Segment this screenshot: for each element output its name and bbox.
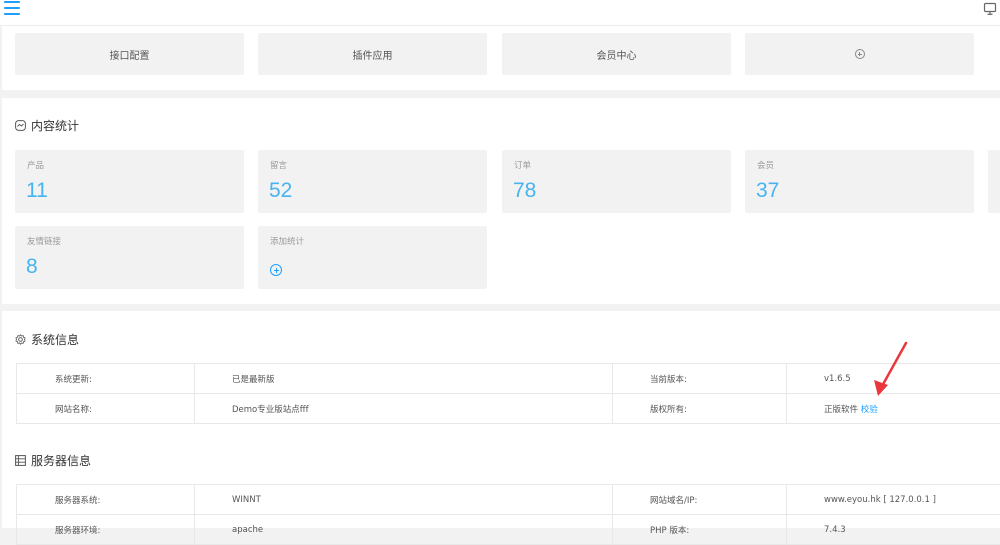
add-circle-icon — [855, 49, 865, 59]
stat-value: 37 — [756, 179, 779, 203]
system-info-panel: 系统信息 系统更新: 已是最新版 当前版本: v1.6.5 网站名称: Demo… — [2, 311, 1000, 528]
stat-label: 添加统计 — [270, 235, 304, 247]
verify-link[interactable]: 校验 — [861, 405, 878, 415]
stat-label: 产品 — [27, 159, 44, 171]
table-row: 服务器环境: apache PHP 版本: 7.4.3 — [17, 515, 1000, 545]
stat-card-partial[interactable] — [988, 150, 1000, 213]
quick-link-label: 会员中心 — [597, 47, 637, 62]
table-cell-value: apache — [195, 515, 613, 545]
stat-value: 11 — [26, 179, 48, 203]
section-title-text: 系统信息 — [31, 331, 79, 348]
table-cell-value: Demo专业版站点fff — [195, 394, 613, 424]
annotation-arrow-icon — [868, 340, 913, 400]
top-bar — [0, 0, 1000, 26]
hamburger-menu-icon[interactable] — [4, 1, 20, 15]
table-row: 网站名称: Demo专业版站点fff 版权所有: 正版软件 校验 — [17, 394, 1000, 424]
table-cell-value: 7.4.3 — [787, 515, 1000, 545]
table-cell-key: 版权所有: — [613, 394, 787, 424]
table-row: 系统更新: 已是最新版 当前版本: v1.6.5 — [17, 364, 1000, 394]
stat-value: 8 — [26, 255, 38, 279]
section-title-text: 服务器信息 — [31, 452, 91, 469]
monitor-icon[interactable] — [983, 2, 997, 16]
list-icon — [15, 455, 26, 466]
gear-icon — [15, 334, 26, 345]
stat-card-messages[interactable]: 留言 52 — [258, 150, 487, 213]
content-stats-heading: 内容统计 — [15, 117, 79, 134]
server-info-table: 服务器系统: WINNT 网站域名/IP: www.eyou.hk [ 127.… — [16, 484, 1000, 545]
stat-card-orders[interactable]: 订单 78 — [502, 150, 731, 213]
table-row: 服务器系统: WINNT 网站域名/IP: www.eyou.hk [ 127.… — [17, 485, 1000, 515]
table-cell-value: www.eyou.hk [ 127.0.0.1 ] — [787, 485, 1000, 515]
quick-link-label: 接口配置 — [110, 47, 150, 62]
quick-link-label: 插件应用 — [353, 47, 393, 62]
quick-link-member-center[interactable]: 会员中心 — [502, 33, 731, 75]
copyright-text: 正版软件 — [824, 405, 858, 415]
content-stats-panel: 内容统计 产品 11 留言 52 订单 78 会员 37 友情链接 8 添加统计 — [2, 98, 1000, 304]
stat-label: 友情链接 — [27, 235, 61, 247]
stat-value: 78 — [513, 179, 536, 203]
quick-link-plugins[interactable]: 插件应用 — [258, 33, 487, 75]
table-cell-key: 当前版本: — [613, 364, 787, 394]
table-cell-key: 网站域名/IP: — [613, 485, 787, 515]
add-circle-icon — [270, 264, 282, 276]
quick-links-panel: 接口配置 插件应用 会员中心 — [2, 26, 1000, 90]
stat-card-members[interactable]: 会员 37 — [745, 150, 974, 213]
stat-label: 留言 — [270, 159, 287, 171]
section-title-text: 内容统计 — [31, 117, 79, 134]
system-info-heading: 系统信息 — [15, 331, 79, 348]
stat-label: 会员 — [757, 159, 774, 171]
stat-card-friend-links[interactable]: 友情链接 8 — [15, 226, 244, 289]
stat-label: 订单 — [514, 159, 531, 171]
table-cell-key: PHP 版本: — [613, 515, 787, 545]
server-info-heading: 服务器信息 — [15, 452, 91, 469]
table-cell-key: 服务器环境: — [17, 515, 195, 545]
chart-icon — [15, 120, 26, 131]
table-cell-key: 服务器系统: — [17, 485, 195, 515]
add-stat-card[interactable]: 添加统计 — [258, 226, 487, 289]
table-cell-key: 系统更新: — [17, 364, 195, 394]
stat-value: 52 — [269, 179, 292, 203]
stat-card-products[interactable]: 产品 11 — [15, 150, 244, 213]
system-info-table: 系统更新: 已是最新版 当前版本: v1.6.5 网站名称: Demo专业版站点… — [16, 363, 1000, 424]
table-cell-value: 已是最新版 — [195, 364, 613, 394]
table-cell-value: WINNT — [195, 485, 613, 515]
add-quick-link-button[interactable] — [745, 33, 974, 75]
table-cell-key: 网站名称: — [17, 394, 195, 424]
quick-link-api-config[interactable]: 接口配置 — [15, 33, 244, 75]
